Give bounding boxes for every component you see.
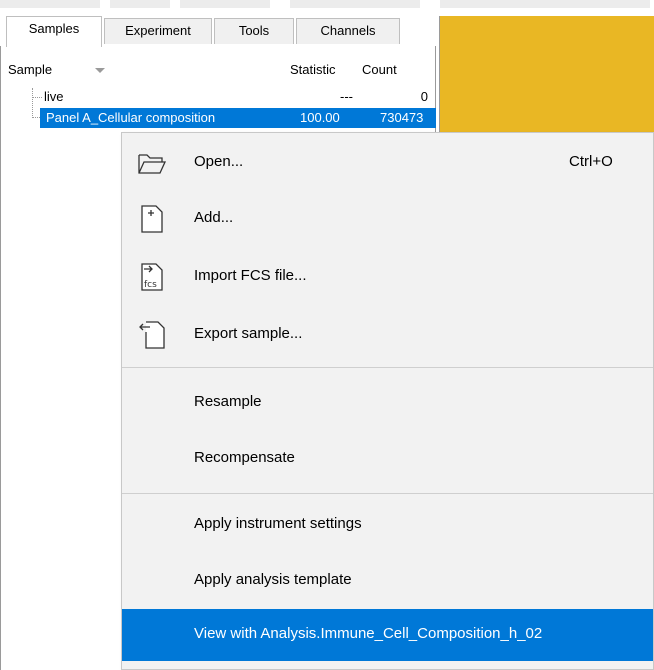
menu-item-view-with-analysis[interactable]: View with Analysis.Immune_Cell_Compositi…: [122, 609, 653, 661]
tab-channels-label: Channels: [320, 23, 376, 38]
column-header-statistic[interactable]: Statistic: [290, 62, 336, 77]
menu-separator: [122, 367, 653, 368]
folder-open-icon: [138, 154, 167, 174]
sample-name: Panel A_Cellular composition: [46, 110, 216, 125]
menu-item-label: Export sample...: [194, 325, 303, 342]
tab-experiment[interactable]: Experiment: [104, 18, 212, 44]
tab-tools[interactable]: Tools: [214, 18, 294, 44]
menu-item-apply-instrument-settings[interactable]: Apply instrument settings: [122, 499, 653, 551]
svg-text:fcs: fcs: [144, 280, 157, 290]
sort-dropdown-icon[interactable]: [95, 68, 105, 73]
import-fcs-icon: fcs: [141, 263, 163, 291]
menu-item-add[interactable]: Add...: [122, 193, 653, 245]
menu-item-label: Apply instrument settings: [194, 515, 362, 532]
tab-channels[interactable]: Channels: [296, 18, 400, 44]
menu-item-label: Add...: [194, 209, 234, 226]
tab-tools-label: Tools: [238, 23, 270, 38]
sample-count: 0: [420, 89, 428, 104]
menu-separator: [122, 493, 653, 494]
menu-item-label: Import FCS file...: [194, 267, 307, 284]
tab-samples[interactable]: Samples: [6, 16, 102, 47]
menu-item-apply-analysis-template[interactable]: Apply analysis template: [122, 555, 653, 607]
column-header-count[interactable]: Count: [362, 62, 397, 77]
menu-item-label: Recompensate: [194, 449, 295, 466]
menu-item-label: View with Analysis.Immune_Cell_Compositi…: [194, 625, 543, 642]
menu-item-resample[interactable]: Resample: [122, 377, 653, 429]
menu-item-export-sample[interactable]: Export sample...: [122, 309, 653, 361]
tab-experiment-label: Experiment: [125, 23, 191, 38]
sample-count: 730473: [380, 110, 424, 125]
context-menu: Open... Ctrl+O Add... fcs Import FCS fil…: [121, 132, 654, 670]
tree-connector: [32, 117, 40, 118]
tab-bar: Samples Experiment Tools Channels: [0, 0, 436, 47]
plot-area[interactable]: [439, 16, 654, 140]
sample-statistic: ---: [340, 89, 353, 104]
menu-item-label: Apply analysis template: [194, 571, 352, 588]
menu-item-open[interactable]: Open... Ctrl+O: [122, 137, 653, 189]
export-icon: [139, 321, 165, 349]
tab-samples-label: Samples: [28, 21, 80, 36]
menu-item-import-fcs[interactable]: fcs Import FCS file...: [122, 251, 653, 303]
menu-item-label: Open...: [194, 153, 244, 170]
menu-item-shortcut: Ctrl+O: [569, 153, 613, 170]
sample-name: live: [44, 89, 64, 104]
table-row[interactable]: live --- 0: [0, 88, 434, 108]
menu-item-label: Resample: [194, 393, 262, 410]
screen: { "tabs": [ {"label": "Samples", "active…: [0, 0, 654, 670]
add-document-icon: [141, 205, 163, 233]
menu-item-recompensate[interactable]: Recompensate: [122, 433, 653, 485]
sample-statistic: 100.00: [300, 110, 340, 125]
column-header-sample[interactable]: Sample: [8, 62, 52, 77]
